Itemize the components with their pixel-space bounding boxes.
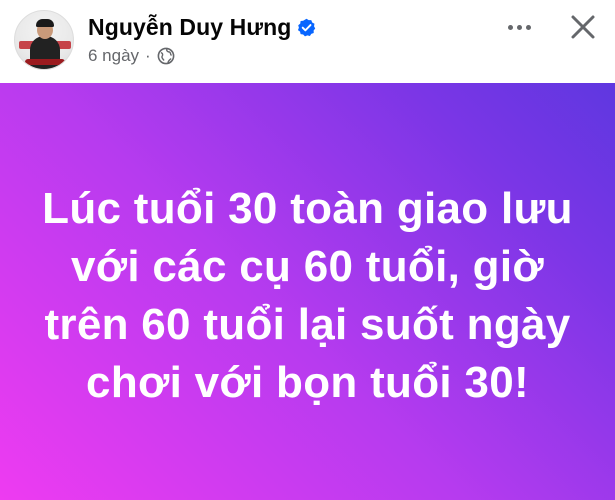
post-timestamp[interactable]: 6 ngày bbox=[88, 46, 139, 66]
meta-separator: · bbox=[145, 46, 151, 65]
post-text: Lúc tuổi 30 toàn giao lưu với các cụ 60 … bbox=[42, 183, 573, 407]
close-icon[interactable] bbox=[567, 11, 599, 43]
author-row: Nguyễn Duy Hưng bbox=[88, 12, 316, 42]
post-meta: 6 ngày · bbox=[88, 45, 175, 67]
more-dot bbox=[516, 24, 522, 30]
avatar-plate bbox=[25, 59, 65, 65]
verified-badge-icon bbox=[297, 18, 316, 37]
author-name[interactable]: Nguyễn Duy Hưng bbox=[88, 14, 291, 41]
more-dot bbox=[525, 24, 531, 30]
avatar-hair bbox=[36, 19, 54, 27]
post-background: Lúc tuổi 30 toàn giao lưu với các cụ 60 … bbox=[0, 83, 615, 500]
avatar[interactable] bbox=[14, 10, 74, 70]
post-header: Nguyễn Duy Hưng 6 ngày · bbox=[0, 0, 615, 83]
more-dot bbox=[507, 24, 513, 30]
more-options-icon[interactable] bbox=[505, 14, 533, 40]
globe-icon[interactable] bbox=[157, 47, 175, 65]
